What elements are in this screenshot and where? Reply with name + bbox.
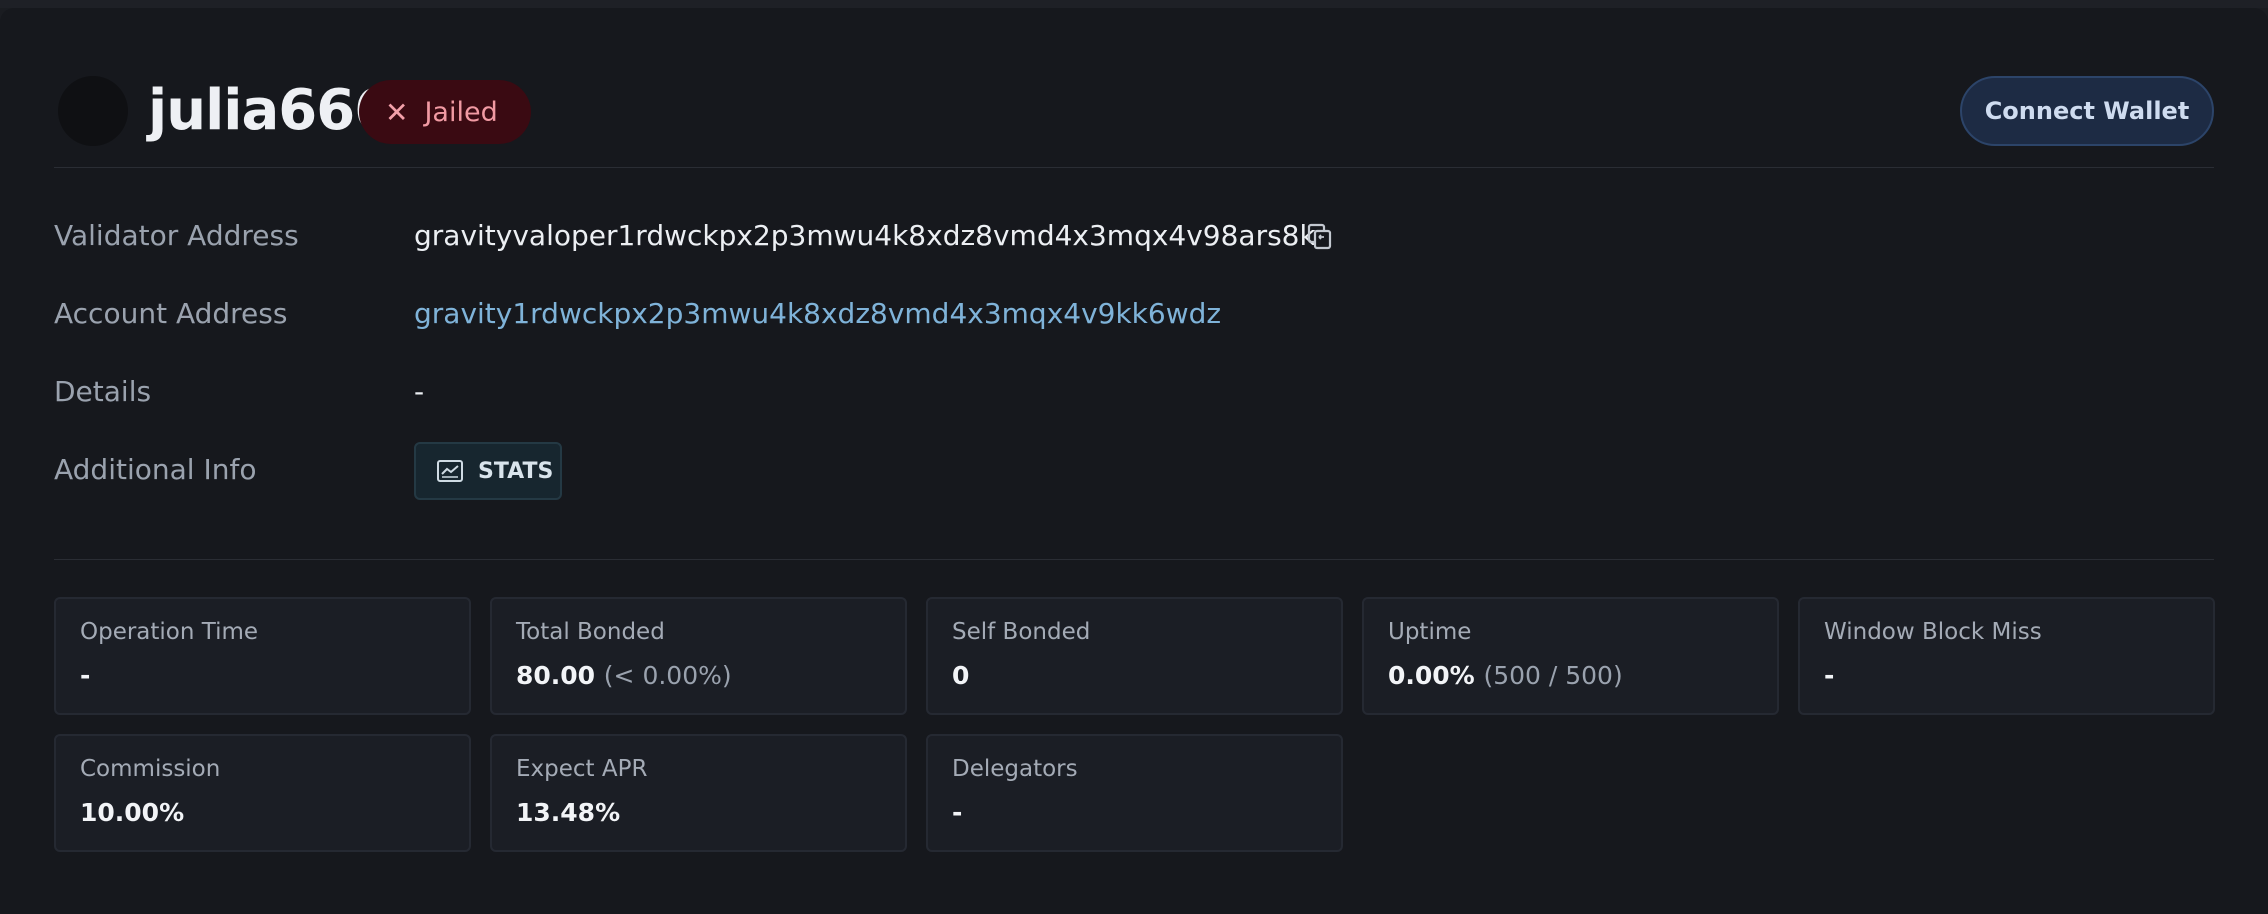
stat-value-main: 0.00% <box>1388 661 1475 690</box>
stat-label: Total Bonded <box>516 619 665 645</box>
stat-label: Commission <box>80 756 221 782</box>
stat-card-commission: Commission 10.00% <box>54 734 471 852</box>
stat-value: 0.00% (500 / 500) <box>1388 661 1623 690</box>
account-address-link[interactable]: gravity1rdwckpx2p3mwu4k8xdz8vmd4x3mqx4v9… <box>414 292 1221 336</box>
header-divider <box>54 167 2214 168</box>
stat-value: 13.48% <box>516 798 621 827</box>
stat-card-uptime: Uptime 0.00% (500 / 500) <box>1362 597 1779 715</box>
stats-button[interactable]: STATS <box>414 442 562 500</box>
additional-info-label: Additional Info <box>54 453 257 486</box>
top-strip <box>0 0 2268 8</box>
validator-name: julia666 <box>148 78 393 143</box>
stat-card-delegators: Delegators - <box>926 734 1343 852</box>
validator-header: julia666 ✕ Jailed Connect Wallet <box>54 70 2214 154</box>
details-value: - <box>414 375 425 408</box>
stat-label: Expect APR <box>516 756 648 782</box>
stat-card-window-block-miss: Window Block Miss - <box>1798 597 2215 715</box>
validator-address-row: Validator Address gravityvaloper1rdwckpx… <box>54 214 2214 258</box>
stat-card-expect-apr: Expect APR 13.48% <box>490 734 907 852</box>
stat-value-main: 80.00 <box>516 661 596 690</box>
stat-value: - <box>1824 661 1835 690</box>
stat-card-total-bonded: Total Bonded 80.00 (< 0.00%) <box>490 597 907 715</box>
status-badge: ✕ Jailed <box>359 80 531 144</box>
details-row: Details - <box>54 370 2214 414</box>
stat-value: - <box>80 661 91 690</box>
validator-panel: julia666 ✕ Jailed Connect Wallet Validat… <box>0 8 2268 914</box>
stat-label: Uptime <box>1388 619 1472 645</box>
section-divider <box>54 559 2214 560</box>
close-icon: ✕ <box>385 95 409 129</box>
stats-button-label: STATS <box>478 458 554 484</box>
account-address-label: Account Address <box>54 297 288 330</box>
copy-icon[interactable] <box>1306 222 1334 250</box>
additional-info-row: Additional Info STATS <box>54 442 2214 500</box>
account-address-row: Account Address gravity1rdwckpx2p3mwu4k8… <box>54 292 2214 336</box>
status-badge-label: Jailed <box>424 96 498 128</box>
stat-label: Self Bonded <box>952 619 1091 645</box>
validator-address-value: gravityvaloper1rdwckpx2p3mwu4k8xdz8vmd4x… <box>414 219 1316 252</box>
stat-value: 10.00% <box>80 798 185 827</box>
avatar <box>58 76 128 146</box>
validator-address-label: Validator Address <box>54 219 299 252</box>
stat-card-operation-time: Operation Time - <box>54 597 471 715</box>
stat-label: Delegators <box>952 756 1078 782</box>
stat-value-sub: (500 / 500) <box>1483 661 1623 690</box>
stat-value: 80.00 (< 0.00%) <box>516 661 732 690</box>
details-label: Details <box>54 375 152 408</box>
connect-wallet-button[interactable]: Connect Wallet <box>1960 76 2214 146</box>
stat-label: Operation Time <box>80 619 259 645</box>
stat-value: 0 <box>952 661 970 690</box>
stat-value: - <box>952 798 963 827</box>
stat-card-self-bonded: Self Bonded 0 <box>926 597 1343 715</box>
chart-icon <box>437 460 463 482</box>
stat-label: Window Block Miss <box>1824 619 2042 645</box>
stat-value-sub: (< 0.00%) <box>603 661 732 690</box>
